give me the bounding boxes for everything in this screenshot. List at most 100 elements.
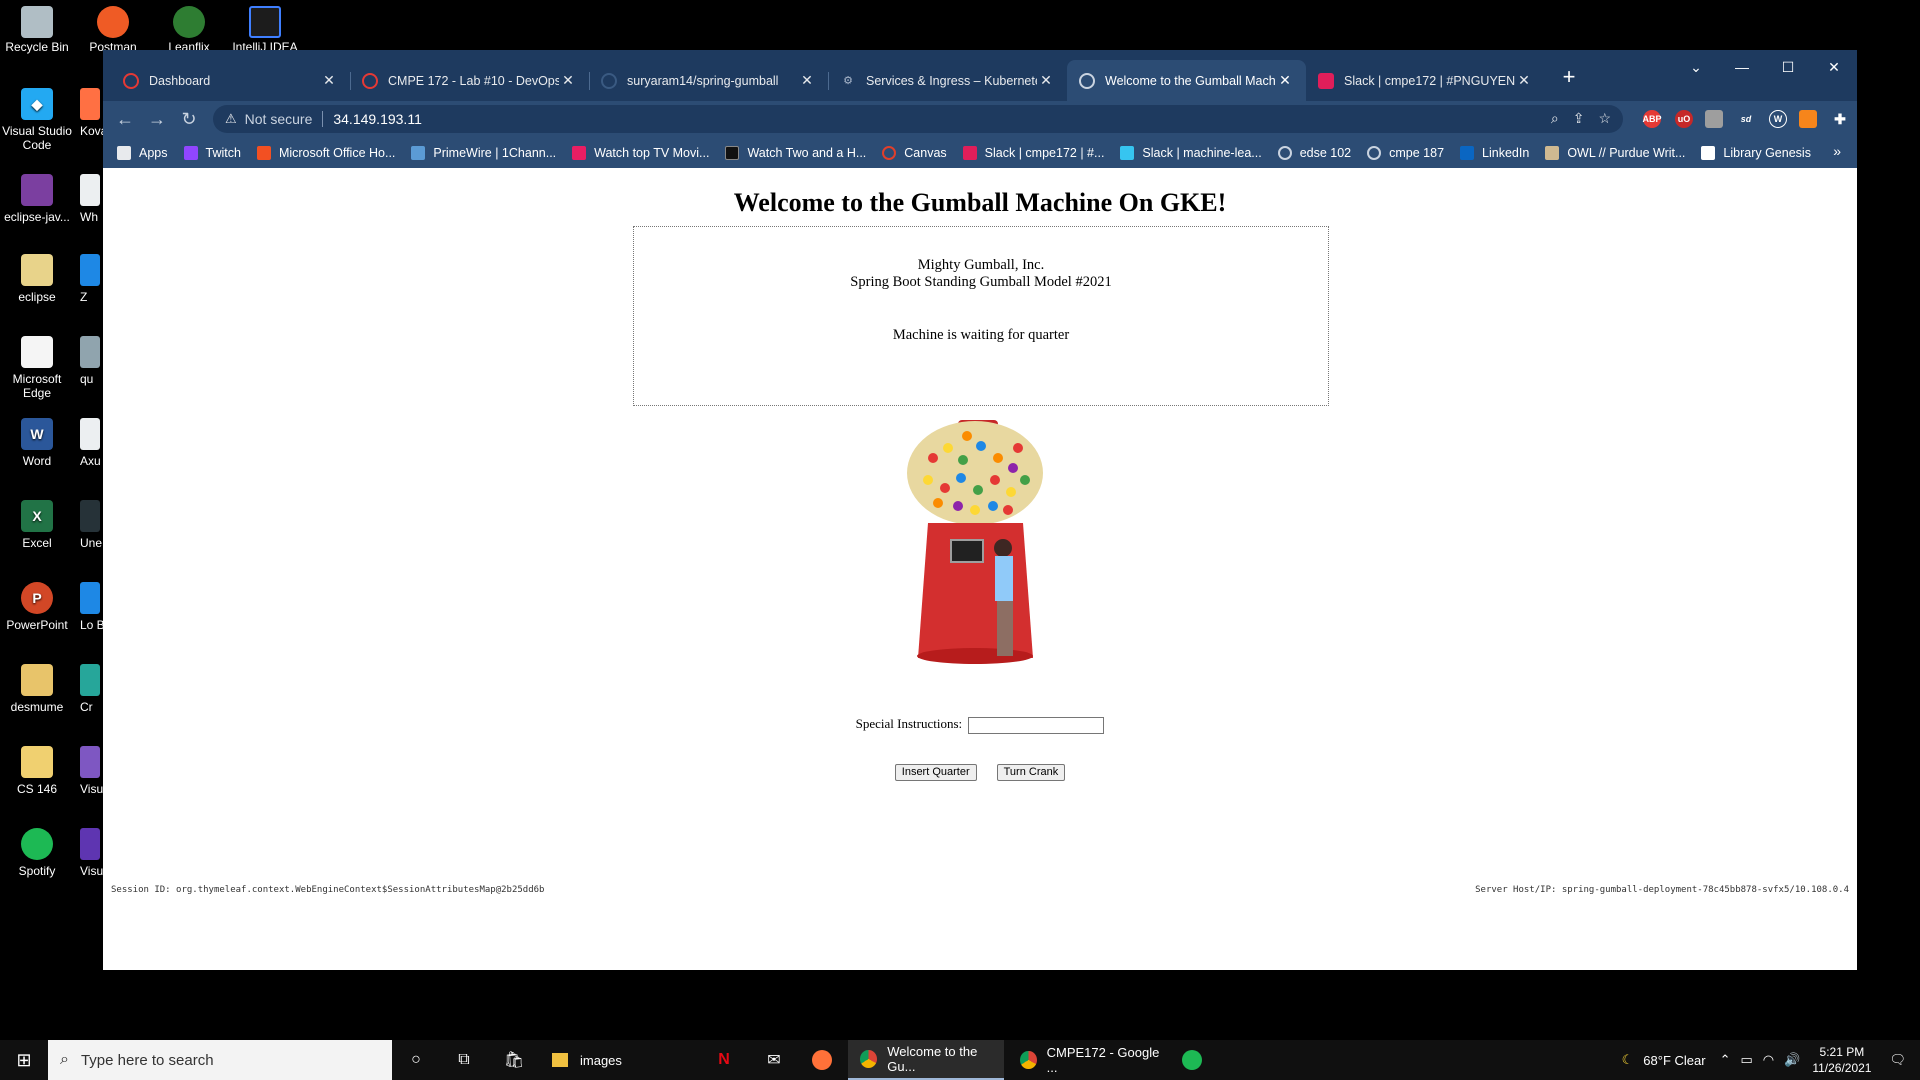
bookmark-watch-two[interactable]: Watch Two and a H... [725, 145, 866, 160]
tab-github[interactable]: suryaram14/spring-gumball ✕ [589, 60, 829, 101]
word-icon: W [21, 418, 53, 450]
w-extension-icon[interactable]: W [1769, 110, 1787, 128]
bookmark-office[interactable]: Microsoft Office Ho... [256, 145, 395, 160]
desktop-icon-intellij[interactable]: IntelliJ IDEA [228, 0, 302, 54]
chrome-icon [1020, 1051, 1037, 1069]
forward-icon[interactable]: → [141, 103, 173, 135]
special-instructions-input[interactable] [968, 716, 1105, 734]
close-window-button[interactable]: ✕ [1811, 50, 1857, 84]
desktop-icon-powerpoint[interactable]: P PowerPoint [0, 582, 74, 632]
archive-icon [21, 174, 53, 206]
bookmark-linkedin[interactable]: LinkedIn [1460, 145, 1529, 160]
firefox-icon[interactable] [798, 1040, 846, 1080]
bookmark-star-icon[interactable]: ☆ [1598, 110, 1611, 127]
netflix-icon[interactable]: N [700, 1040, 748, 1080]
tab-kubernetes[interactable]: ⚙ Services & Ingress – Kubernetes ✕ [828, 60, 1067, 101]
desktop-icon-cs146[interactable]: CS 146 [0, 746, 74, 796]
close-icon[interactable]: ✕ [1515, 72, 1533, 89]
more-bookmarks-icon[interactable]: » [1833, 143, 1841, 159]
desktop-icon-eclipse[interactable]: eclipse [0, 254, 74, 304]
tab-dashboard[interactable]: Dashboard ✕ [111, 60, 351, 101]
back-icon[interactable]: ← [109, 103, 141, 135]
watch-icon [725, 145, 740, 160]
globe-icon [1277, 145, 1292, 160]
desktop-icon-excel[interactable]: X Excel [0, 500, 74, 550]
minimize-button[interactable]: — [1719, 50, 1765, 84]
system-tray: ☾ 68°F Clear ⌃ ▭ ◠ 🔊 5:21 PM 11/26/2021 … [1622, 1040, 1920, 1080]
taskbar-app-images[interactable]: images [540, 1040, 696, 1080]
close-icon[interactable]: ✕ [1276, 72, 1294, 89]
bookmark-apps[interactable]: Apps [117, 145, 168, 160]
search-icon: ⌕ [60, 1051, 69, 1068]
desktop-icon-spotify[interactable]: Spotify [0, 828, 74, 878]
chevron-up-icon[interactable]: ⌃ [1720, 1052, 1731, 1068]
windows-start-icon[interactable]: ⊞ [0, 1040, 48, 1080]
metamask-icon[interactable] [1799, 110, 1817, 128]
desktop-icon-postman[interactable]: Postman [76, 0, 150, 54]
notifications-icon[interactable]: 🗨 [1889, 1052, 1906, 1068]
tab-search-icon[interactable]: ⌄ [1673, 50, 1719, 84]
taskbar-search[interactable]: ⌕ Type here to search [48, 1040, 392, 1080]
battery-icon[interactable]: ▭ [1740, 1052, 1752, 1068]
share-icon[interactable]: ⇪ [1573, 110, 1585, 127]
clock[interactable]: 5:21 PM 11/26/2021 [1812, 1044, 1871, 1076]
bookmark-primewire[interactable]: PrimeWire | 1Chann... [411, 145, 556, 160]
tab-gumball-active[interactable]: Welcome to the Gumball Machin ✕ [1067, 60, 1306, 101]
weather-text[interactable]: 68°F Clear [1643, 1053, 1705, 1068]
bookmark-watch-tv[interactable]: Watch top TV Movi... [572, 145, 709, 160]
twitch-icon [183, 145, 198, 160]
session-id-text: Session ID: org.thymeleaf.context.WebEng… [111, 885, 545, 895]
sd-extension-icon[interactable]: sd [1737, 110, 1755, 128]
chrome-icon [860, 1050, 878, 1068]
tab-strip: Dashboard ✕ CMPE 172 - Lab #10 - DevOps … [103, 50, 1857, 101]
puzzle-icon[interactable]: ✚ [1831, 110, 1849, 128]
close-icon[interactable]: ✕ [1037, 72, 1055, 89]
close-icon[interactable]: ✕ [320, 72, 338, 89]
store-icon[interactable]: 🛍 [490, 1040, 538, 1080]
desktop-icon-vscode[interactable]: ◆ Visual Studio Code [0, 88, 74, 152]
insert-quarter-button[interactable]: Insert Quarter [894, 763, 977, 781]
bookmark-library-genesis[interactable]: Library Genesis [1701, 145, 1811, 160]
tab-slack[interactable]: Slack | cmpe172 | #PNGUYEN ✕ [1306, 60, 1545, 101]
turn-crank-button[interactable]: Turn Crank [996, 763, 1066, 781]
ublock-icon[interactable]: uO [1675, 110, 1693, 128]
taskbar-app-gumball-chrome[interactable]: Welcome to the Gu... [848, 1040, 1004, 1080]
bookmark-cmpe187[interactable]: cmpe 187 [1367, 145, 1444, 160]
canvas-tab-icon [362, 72, 378, 89]
adblock-icon[interactable]: ABP [1643, 110, 1662, 128]
desktop-icon-microsoft-edge[interactable]: Microsoft Edge [0, 336, 74, 400]
bookmark-edse102[interactable]: edse 102 [1277, 145, 1351, 160]
linkedin-icon [1460, 145, 1475, 160]
zoom-icon[interactable]: ⌕ [1551, 110, 1559, 127]
task-view-icon[interactable]: ⧉ [440, 1040, 488, 1080]
spotify-icon[interactable] [1168, 1040, 1216, 1080]
bookmark-slack-ml[interactable]: Slack | machine-lea... [1120, 145, 1262, 160]
desktop-icon-leanflix[interactable]: Leanflix [152, 0, 226, 54]
bookmark-twitch[interactable]: Twitch [183, 145, 241, 160]
desktop-icon-recycle-bin[interactable]: Recycle Bin [0, 0, 74, 54]
dashboard-tab-icon [123, 72, 139, 89]
new-tab-button[interactable]: + [1555, 64, 1583, 90]
mail-icon[interactable]: ✉ [750, 1040, 798, 1080]
tab-cmpe172-lab[interactable]: CMPE 172 - Lab #10 - DevOps Cl ✕ [350, 60, 590, 101]
maximize-button[interactable]: ☐ [1765, 50, 1811, 84]
desktop-icon-eclipse-jav[interactable]: eclipse-jav... [0, 174, 74, 224]
reload-icon[interactable]: ↻ [173, 103, 205, 135]
library-icon [1701, 145, 1716, 160]
github-tab-icon [601, 72, 617, 89]
bookmark-slack-cmpe172[interactable]: Slack | cmpe172 | #... [962, 145, 1104, 160]
extension-icon[interactable] [1705, 110, 1723, 128]
desktop-icon-desmume[interactable]: desmume [0, 664, 74, 714]
address-bar[interactable]: ⚠ Not secure 34.149.193.11 ⌕ ⇪ ☆ [213, 105, 1623, 133]
close-icon[interactable]: ✕ [559, 72, 577, 89]
close-icon[interactable]: ✕ [798, 72, 816, 89]
cortana-icon[interactable]: ○ [392, 1040, 440, 1080]
wifi-icon[interactable]: ◠ [1763, 1052, 1774, 1068]
machine-status: Machine is waiting for quarter [892, 327, 1070, 343]
volume-icon[interactable]: 🔊 [1784, 1052, 1800, 1068]
desktop-icon-word[interactable]: W Word [0, 418, 74, 468]
taskbar-app-cmpe172-chrome[interactable]: CMPE172 - Google ... [1008, 1040, 1164, 1080]
play-icon [572, 145, 587, 160]
bookmark-canvas[interactable]: Canvas [882, 145, 947, 160]
bookmark-owl-purdue[interactable]: OWL // Purdue Writ... [1545, 145, 1685, 160]
